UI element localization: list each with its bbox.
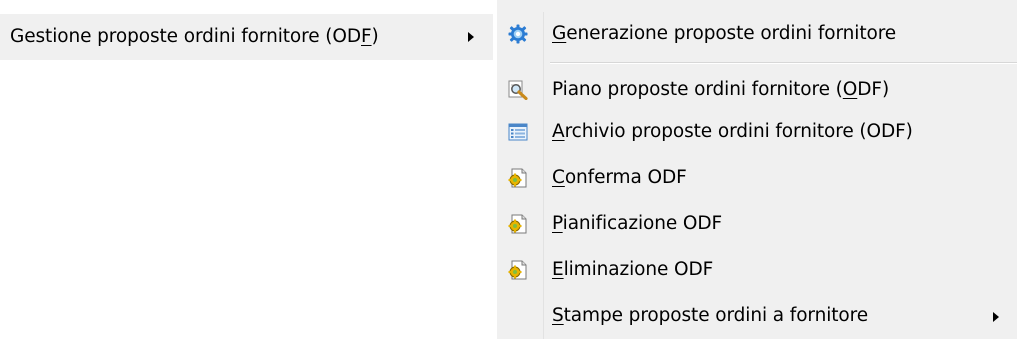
menu-item-label: Gestione proposte ordini fornitore (ODF) [10,26,379,47]
document-gear-icon [508,214,528,234]
submenu-arrow-icon [993,312,999,322]
menu-item-label: Pianificazione ODF [552,213,723,234]
menu-item-label: Archivio proposte ordini fornitore (ODF) [552,121,913,142]
menu-item-label: Conferma ODF [552,167,687,188]
menu-item-stampe-proposte[interactable]: Stampe proposte ordini a fornitore [497,296,1017,336]
menu-item-archivio-proposte[interactable]: Archivio proposte ordini fornitore (ODF) [497,112,1017,152]
menu-item-conferma-odf[interactable]: Conferma ODF [497,158,1017,198]
document-gear-icon [508,168,528,188]
menu-item-label: Piano proposte ordini fornitore (ODF) [552,79,890,100]
menu-item-piano-proposte[interactable]: Piano proposte ordini fornitore (ODF) [497,70,1017,110]
magnifier-icon [508,80,528,101]
list-icon [508,122,528,142]
menu-item-generazione-proposte[interactable]: Generazione proposte ordini fornitore [497,14,1017,54]
submenu-arrow-icon [468,32,474,42]
menu-item-label: Generazione proposte ordini fornitore [552,23,897,44]
document-gear-icon [508,260,528,280]
menu-item-gestione-proposte-odf[interactable]: Gestione proposte ordini fornitore (ODF) [0,14,493,60]
menu-item-eliminazione-odf[interactable]: Eliminazione ODF [497,250,1017,290]
menu-item-label: Eliminazione ODF [552,259,714,280]
menu-item-pianificazione-odf[interactable]: Pianificazione ODF [497,204,1017,244]
menu-separator-highlight [550,63,1017,64]
gear-icon [508,24,528,44]
menu-item-label: Stampe proposte ordini a fornitore [552,305,869,326]
